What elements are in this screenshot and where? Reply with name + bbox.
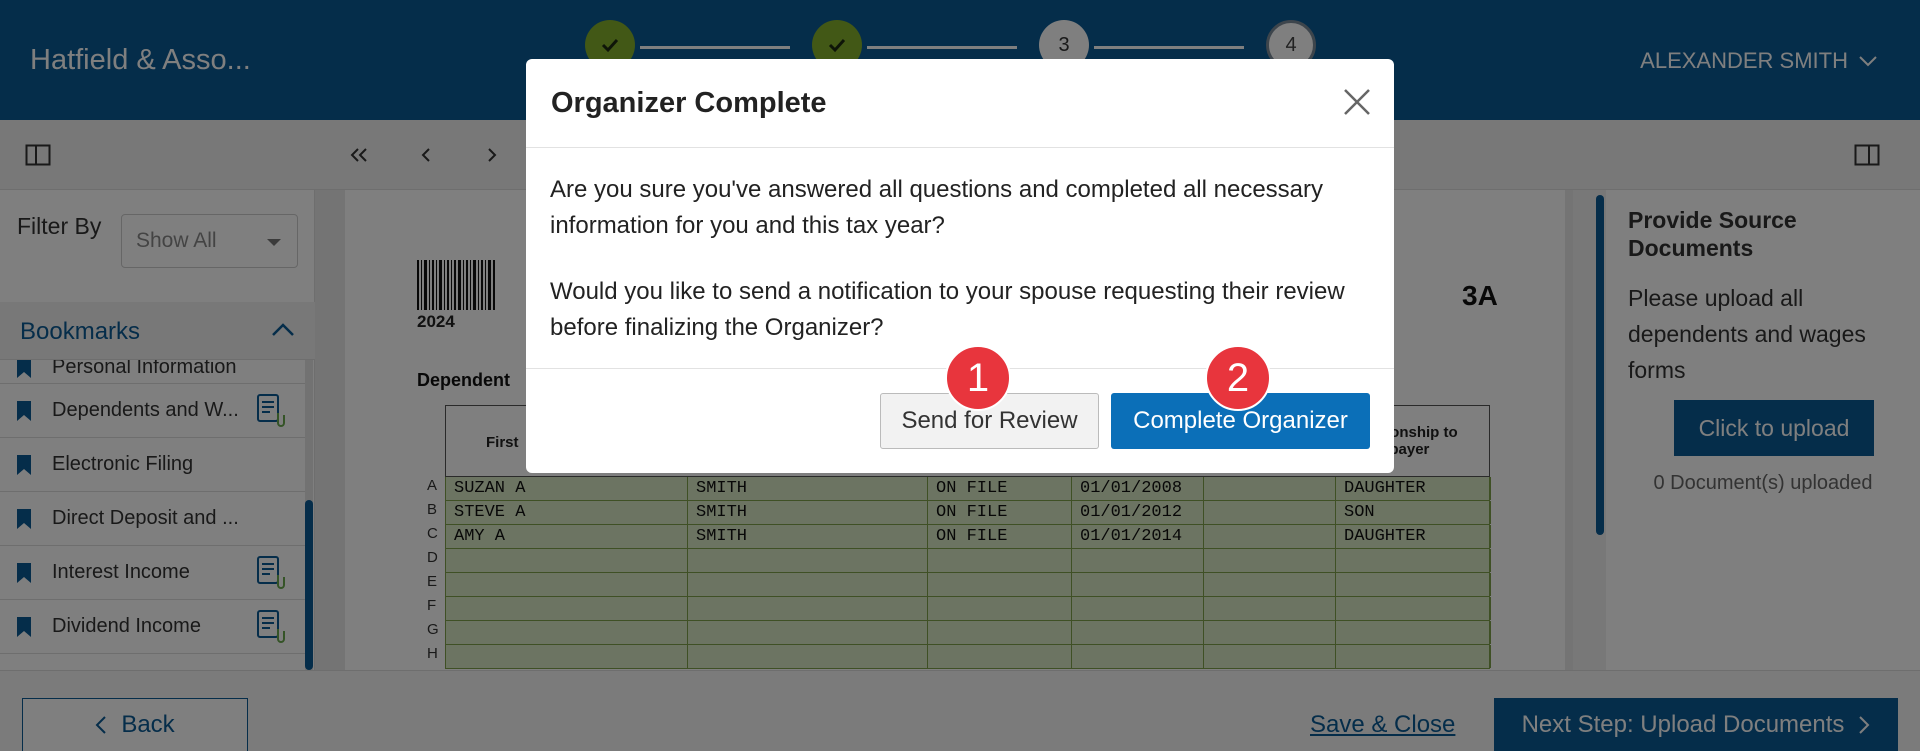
dialog-paragraph: Would you like to send a notification to… <box>550 278 1345 341</box>
close-icon[interactable] <box>1342 87 1372 117</box>
annotation-marker-1: 1 <box>945 345 1011 411</box>
organizer-complete-dialog: Organizer Complete Are you sure you've a… <box>526 59 1394 473</box>
dialog-title: Organizer Complete <box>551 87 827 119</box>
annotation-marker-2: 2 <box>1205 345 1271 411</box>
divider <box>526 147 1394 148</box>
dialog-paragraph: Are you sure you've answered all questio… <box>550 176 1324 239</box>
